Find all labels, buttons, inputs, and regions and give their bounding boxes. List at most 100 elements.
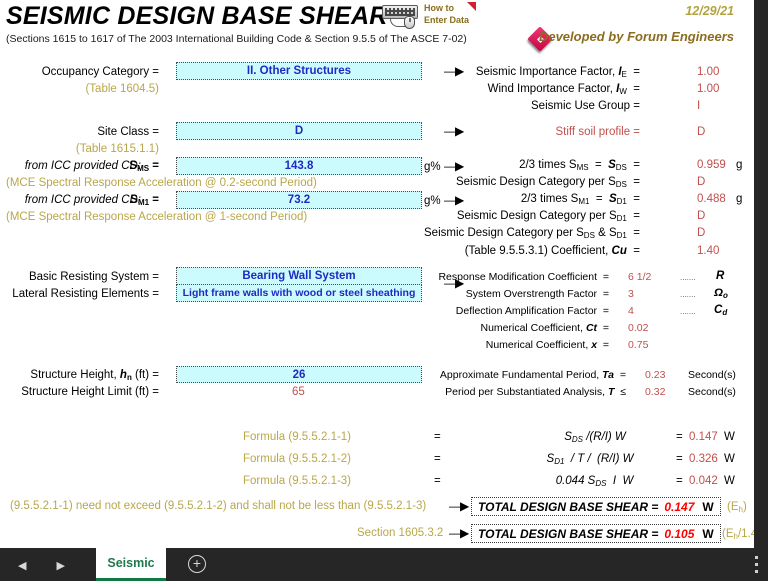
- total-base-shear-suffix-1: (Eh): [727, 501, 747, 514]
- page-title: SEISMIC DESIGN BASE SHEAR: [6, 2, 388, 30]
- formula-2-result: 0.326: [689, 453, 718, 465]
- response-modification-coefficient-value: 6 1/2: [628, 271, 652, 283]
- formula-3-name: Formula (9.5.5.2.1-3): [243, 475, 352, 487]
- total-base-shear-unit-2: W: [702, 526, 714, 541]
- sdc-per-sd1-value: D: [697, 210, 706, 222]
- approximate-fundamental-period-label: Approximate Fundamental Period, Ta =: [439, 369, 626, 381]
- formula-3-expression: 0.044 SDS I W: [555, 475, 634, 488]
- how-to-enter-data-button[interactable]: How to Enter Data: [380, 2, 476, 30]
- formula-1-expression: SDS /(R/I) W: [564, 431, 626, 444]
- formula-1-unit: W: [724, 431, 735, 443]
- deflection-amplification-factor-label: Deflection Amplification Factor =: [455, 305, 609, 317]
- formula-3-unit: W: [724, 475, 735, 487]
- formula-1-name: Formula (9.5.5.2.1-1): [243, 431, 352, 443]
- cu-coefficient-value: 1.40: [697, 245, 720, 257]
- ta-unit: Second(s): [688, 369, 736, 381]
- developer-credit: Developed by Forum Engineers: [538, 29, 734, 44]
- worksheet-area: SEISMIC DESIGN BASE SHEAR (Sections 1615…: [0, 0, 754, 548]
- numerical-coefficient-x-value: 0.75: [628, 339, 649, 351]
- base-shear-note: (9.5.5.2.1-1) need not exceed (9.5.5.2.1…: [10, 500, 427, 512]
- occupancy-category-label: Occupancy Category =: [41, 66, 159, 78]
- cu-coefficient-label: (Table 9.5.5.3.1) Coefficient, Cu =: [464, 245, 640, 257]
- omega-symbol: Ωo: [714, 287, 728, 300]
- sheet-tab-bar: ◀ ▶ Seismic +: [0, 548, 768, 581]
- arrow-to-sds-icon: —▶: [444, 159, 464, 173]
- occupancy-category-value: II. Other Structures: [246, 65, 352, 77]
- sd1-unit: g: [736, 193, 743, 205]
- kebab-menu-icon[interactable]: [755, 556, 759, 573]
- arrow-to-total-base-shear-2-icon: —▶: [449, 526, 469, 540]
- sm1-value: 73.2: [287, 194, 311, 206]
- lateral-resisting-elements-input[interactable]: Light frame walls with wood or steel she…: [176, 284, 422, 302]
- sm1-source-label: from ICC provided CD:: [24, 194, 141, 206]
- period-substantiated-analysis-value: 0.32: [645, 386, 666, 398]
- site-class-table-ref: (Table 1615.1.1): [75, 143, 159, 155]
- how-to-label: How to Enter Data: [424, 3, 469, 26]
- structure-height-label: Structure Height, hn (ft) =: [30, 369, 159, 382]
- structure-height-input[interactable]: 26: [176, 366, 422, 383]
- page-subtitle: (Sections 1615 to 1617 of The 2003 Inter…: [6, 33, 467, 45]
- prev-sheet-icon[interactable]: ◀: [18, 559, 26, 572]
- structure-height-value: 26: [292, 368, 306, 381]
- sm1-note: (MCE Spectral Response Acceleration @ 1-…: [6, 211, 308, 223]
- sdc-per-sd1-label: Seismic Design Category per SD1 =: [456, 210, 640, 223]
- seismic-use-group-label: Seismic Use Group =: [531, 100, 640, 112]
- comment-flag-icon: [467, 2, 476, 11]
- system-overstrength-factor-value: 3: [628, 288, 634, 300]
- formula-2-result-equals: =: [676, 453, 683, 465]
- total-base-shear-label-2: TOTAL DESIGN BASE SHEAR =: [478, 526, 659, 541]
- approximate-fundamental-period-value: 0.23: [645, 369, 666, 381]
- sd1-value: 0.488: [697, 193, 726, 205]
- sms-value: 143.8: [284, 160, 314, 172]
- structure-height-limit-value: 65: [292, 386, 305, 398]
- sms-unit: g%: [424, 161, 441, 173]
- cd-dots: .......: [680, 307, 696, 316]
- sdc-per-sds-label: Seismic Design Category per SDS =: [455, 176, 640, 189]
- site-class-label: Site Class =: [97, 126, 159, 138]
- formula-2-name: Formula (9.5.5.2.1-2): [243, 453, 352, 465]
- add-sheet-button[interactable]: +: [188, 555, 206, 573]
- sm1-unit: g%: [424, 195, 441, 207]
- omega-dots: .......: [680, 290, 696, 299]
- arrow-to-soil-profile-icon: —▶: [444, 124, 464, 138]
- total-base-shear-suffix-2: (Eh/1.4): [722, 528, 754, 541]
- arrow-to-importance-factors-icon: —▶: [444, 64, 464, 78]
- site-class-input[interactable]: D: [176, 122, 422, 140]
- numerical-coefficient-x-label: Numerical Coefficient, x =: [485, 339, 609, 351]
- lateral-resisting-elements-label: Lateral Resisting Elements =: [12, 288, 159, 300]
- sdc-per-both-value: D: [697, 227, 706, 239]
- deflection-amplification-factor-value: 4: [628, 305, 634, 317]
- how-to-line2: Enter Data: [424, 14, 470, 25]
- section-1605-label: Section 1605.3.2: [357, 527, 444, 539]
- numerical-coefficient-ct-value: 0.02: [628, 322, 649, 334]
- formula-1-equals: =: [434, 431, 441, 443]
- wind-importance-factor-label: Wind Importance Factor, IW =: [487, 83, 640, 96]
- occupancy-category-input[interactable]: II. Other Structures: [176, 62, 422, 80]
- seismic-importance-factor-label: Seismic Importance Factor, IE =: [475, 66, 640, 79]
- date-stamp: 12/29/21: [685, 4, 734, 18]
- occupancy-table-ref: (Table 1604.5): [85, 83, 159, 95]
- sm1-input[interactable]: 73.2: [176, 191, 422, 209]
- sheet-nav-arrows: ◀ ▶: [18, 555, 98, 575]
- sms-note: (MCE Spectral Response Acceleration @ 0.…: [6, 177, 317, 189]
- sms-input[interactable]: 143.8: [176, 157, 422, 175]
- next-sheet-icon[interactable]: ▶: [56, 559, 64, 572]
- sms-symbol-label: SMS =: [129, 160, 159, 173]
- total-design-base-shear-row-1: TOTAL DESIGN BASE SHEAR = 0.147 W: [471, 497, 721, 516]
- sds-value: 0.959: [697, 159, 726, 171]
- right-gutter: [754, 0, 768, 548]
- cd-symbol: Cd: [714, 304, 728, 317]
- sds-unit: g: [736, 159, 743, 171]
- stiff-soil-profile-label: Stiff soil profile =: [555, 126, 640, 138]
- response-modification-coefficient-label: Response Modification Coefficient =: [438, 271, 609, 283]
- r-symbol: R: [716, 270, 725, 282]
- lateral-resisting-elements-value: Light frame walls with wood or steel she…: [182, 287, 416, 299]
- how-to-line1: How to: [424, 3, 454, 13]
- formula-3-result-equals: =: [676, 475, 683, 487]
- total-base-shear-value-1: 0.147: [664, 499, 695, 514]
- arrow-to-total-base-shear-icon: —▶: [449, 499, 469, 513]
- sheet-tab-seismic[interactable]: Seismic: [96, 548, 166, 581]
- spreadsheet-window: SEISMIC DESIGN BASE SHEAR (Sections 1615…: [0, 0, 768, 581]
- formula-2-unit: W: [724, 453, 735, 465]
- basic-resisting-system-input[interactable]: Bearing Wall System: [176, 267, 422, 285]
